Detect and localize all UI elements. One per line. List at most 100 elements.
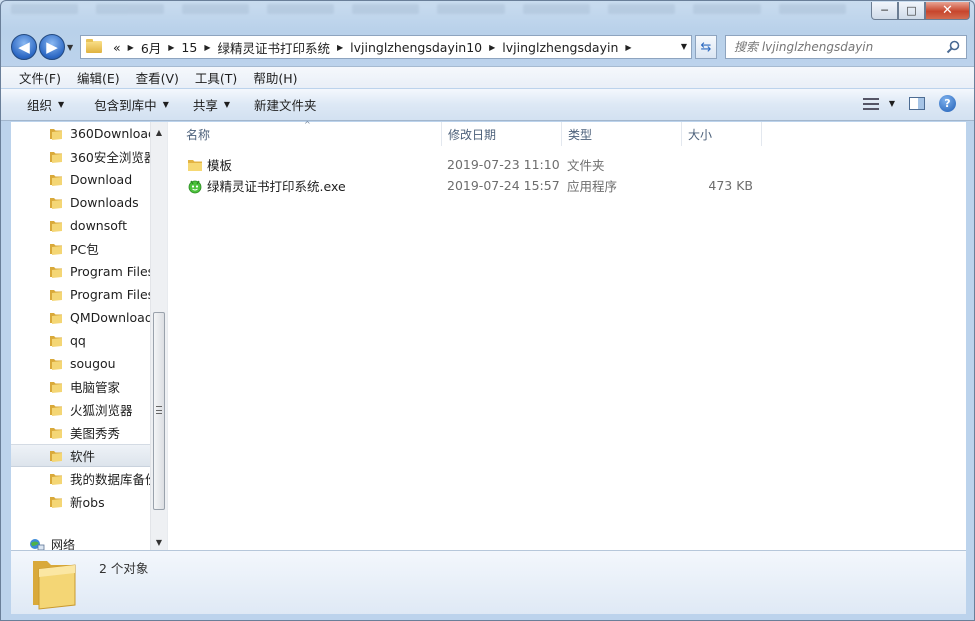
menu-tools[interactable]: 工具(T): [187, 68, 245, 87]
folder-icon: [50, 289, 62, 301]
sidebar-item-folder[interactable]: 我的数据库备份: [11, 467, 150, 490]
file-type: 文件夹: [567, 158, 605, 173]
chevron-right-icon[interactable]: ▶: [166, 43, 176, 52]
help-icon[interactable]: ?: [939, 95, 956, 112]
sidebar-item-label: 软件: [70, 449, 96, 464]
folder-icon: [50, 174, 62, 186]
column-header-size[interactable]: 大小: [682, 122, 762, 146]
sidebar-item-folder[interactable]: PC包: [11, 237, 150, 260]
minimize-button[interactable]: ─: [871, 2, 898, 20]
table-row[interactable]: 模板 2019-07-23 11:10 文件夹: [168, 154, 768, 175]
maximize-button[interactable]: □: [898, 2, 925, 20]
refresh-icon: ⇆: [700, 39, 712, 55]
folder-icon: [50, 335, 62, 347]
menu-edit[interactable]: 编辑(E): [69, 68, 128, 87]
column-label: 类型: [568, 127, 593, 142]
breadcrumb-item[interactable]: 6月: [136, 38, 166, 57]
include-in-library-button[interactable]: 包含到库中 ▼: [84, 95, 179, 114]
sidebar-item-folder[interactable]: 电脑管家: [11, 375, 150, 398]
folder-icon: [50, 243, 62, 255]
new-folder-label: 新建文件夹: [254, 98, 317, 113]
sidebar-item-folder[interactable]: Downloads: [11, 191, 150, 214]
folder-icon: [50, 496, 62, 508]
column-header-type[interactable]: 类型: [562, 122, 682, 146]
sidebar-item-folder[interactable]: Program Files: [11, 260, 150, 283]
close-button[interactable]: ✕: [925, 2, 970, 20]
network-icon: [30, 538, 45, 550]
search-input[interactable]: [726, 40, 936, 54]
scroll-up-icon[interactable]: ▲: [151, 124, 167, 140]
breadcrumb-item[interactable]: lvjinglzhengsdayin10: [345, 40, 487, 55]
column-label: 大小: [688, 127, 713, 142]
include-in-library-label: 包含到库中: [94, 98, 157, 113]
address-bar[interactable]: « ▶ 6月 ▶ 15 ▶ 绿精灵证书打印系统 ▶ lvjinglzhengsd…: [80, 35, 692, 59]
refresh-button[interactable]: ⇆: [695, 35, 717, 59]
back-button[interactable]: ◀: [11, 34, 37, 60]
folder-icon: [33, 561, 76, 610]
breadcrumb-overflow[interactable]: «: [108, 40, 126, 55]
share-button[interactable]: 共享 ▼: [183, 95, 240, 114]
sidebar-item-folder[interactable]: 软件: [11, 444, 150, 467]
folder-icon: [50, 404, 62, 416]
sidebar-item-label: sougou: [70, 356, 116, 371]
preview-pane-icon[interactable]: [909, 97, 925, 110]
new-folder-button[interactable]: 新建文件夹: [244, 95, 327, 114]
folder-icon: [50, 427, 62, 439]
sidebar-scrollbar[interactable]: ▲ ▼: [150, 122, 167, 550]
view-controls: ▼ ?: [862, 95, 956, 112]
sidebar-item-label: 我的数据库备份: [70, 472, 150, 487]
sidebar-item-folder[interactable]: Program Files: [11, 283, 150, 306]
folder-icon: [188, 160, 202, 171]
sidebar-item-folder[interactable]: Download: [11, 168, 150, 191]
sidebar-item-folder[interactable]: sougou: [11, 352, 150, 375]
folder-icon: [50, 381, 62, 393]
sidebar-item-label: PC包: [70, 242, 99, 257]
sidebar-item-label: Program Files: [70, 287, 150, 302]
sidebar-item-label: 360Download: [70, 126, 150, 141]
content-area: 360Download 360安全浏览器 Download Downloads down…: [11, 120, 966, 550]
column-header-date[interactable]: 修改日期: [442, 122, 562, 146]
sidebar-item-label: Program Files: [70, 264, 150, 279]
sidebar-item-folder[interactable]: downsoft: [11, 214, 150, 237]
search-icon[interactable]: [946, 40, 960, 54]
details-pane: 2 个对象: [11, 550, 966, 614]
sidebar-item-folder[interactable]: 360Download: [11, 122, 150, 145]
chevron-right-icon[interactable]: ▶: [335, 43, 345, 52]
organize-button[interactable]: 组织 ▼: [17, 95, 74, 114]
forward-button[interactable]: ▶: [39, 34, 65, 60]
breadcrumb-item[interactable]: 绿精灵证书打印系统: [212, 38, 335, 57]
chevron-right-icon[interactable]: ▶: [487, 43, 497, 52]
sidebar-item-label: 360安全浏览器: [70, 150, 150, 165]
menu-help[interactable]: 帮助(H): [245, 68, 305, 87]
sidebar-item-folder[interactable]: qq: [11, 329, 150, 352]
caret-down-icon: ▼: [888, 99, 895, 108]
sidebar-item-label: QMDownload: [70, 310, 150, 325]
sidebar-item-folder[interactable]: 360安全浏览器: [11, 145, 150, 168]
table-row[interactable]: 绿精灵证书打印系统.exe 2019-07-24 15:57 应用程序 473 …: [168, 175, 768, 196]
folder-icon: [50, 197, 62, 209]
sidebar-item-folder[interactable]: 火狐浏览器: [11, 398, 150, 421]
address-history-dropdown-icon[interactable]: ▼: [681, 42, 687, 51]
recent-pages-dropdown-icon[interactable]: ▼: [67, 43, 73, 52]
folder-icon: [50, 312, 62, 324]
change-view-button[interactable]: ▼: [862, 97, 895, 110]
sidebar-item-label: qq: [70, 333, 86, 348]
chevron-right-icon[interactable]: ▶: [623, 43, 633, 52]
column-header-name[interactable]: ^ 名称: [168, 120, 442, 146]
menu-file[interactable]: 文件(F): [11, 68, 69, 87]
breadcrumb-item[interactable]: 15: [176, 40, 202, 55]
scroll-down-icon[interactable]: ▼: [151, 534, 167, 550]
search-box[interactable]: [725, 35, 967, 59]
folder-icon: [50, 473, 62, 485]
sidebar-item-folder[interactable]: 新obs: [11, 490, 150, 513]
sidebar-item-folder[interactable]: 美图秀秀: [11, 421, 150, 444]
breadcrumb-item[interactable]: lvjinglzhengsdayin: [497, 40, 623, 55]
menu-view[interactable]: 查看(V): [128, 68, 187, 87]
explorer-window: ─ □ ✕ ◀ ▶ ▼ « ▶ 6月 ▶ 15 ▶ 绿精灵证书打印系统 ▶ lv…: [0, 0, 975, 621]
sidebar-item-network[interactable]: 网络: [29, 536, 75, 550]
scrollbar-thumb[interactable]: [153, 312, 165, 510]
sidebar-item-folder[interactable]: QMDownload: [11, 306, 150, 329]
chevron-right-icon[interactable]: ▶: [202, 43, 212, 52]
sidebar-item-label: 新obs: [70, 495, 105, 510]
chevron-right-icon[interactable]: ▶: [126, 43, 136, 52]
